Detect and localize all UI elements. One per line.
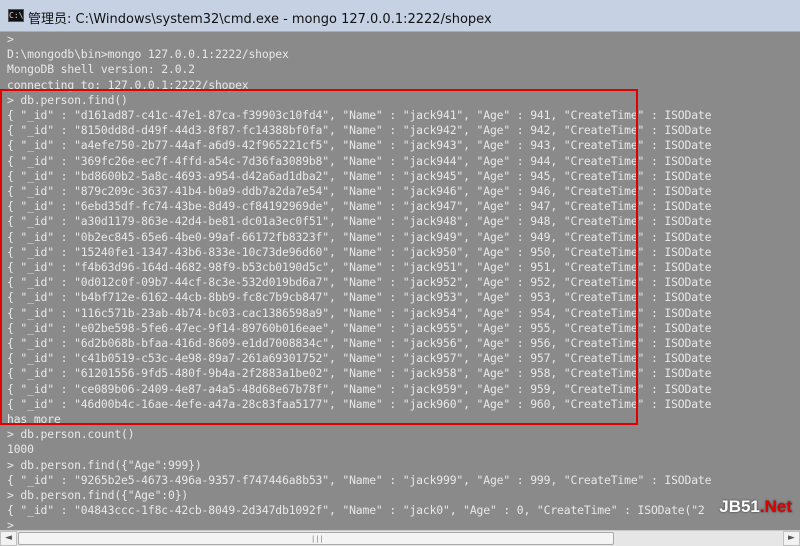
horizontal-scrollbar[interactable]: ◄ ||| ► [0,530,800,546]
chevron-right-icon: ► [788,533,795,543]
console-line: MongoDB shell version: 2.0.2 [7,62,195,77]
console-line: 1000 [7,442,34,457]
title-bar[interactable]: C:\ 管理员: C:\Windows\system32\cmd.exe - m… [0,0,800,32]
watermark-text: JB51 [719,497,760,516]
console-line: { "_id" : "9265b2e5-4673-496a-9357-f7474… [7,472,712,487]
console-line: > db.person.find({"Age":0}) [7,488,189,502]
console-line: > db.person.find({"Age":999}) [7,457,202,472]
scroll-right-button[interactable]: ► [783,531,800,546]
cmd-icon[interactable]: C:\ [8,9,24,22]
scroll-left-button[interactable]: ◄ [0,531,17,546]
console-line: > [7,518,14,530]
console-line: { "_id" : "04843ccc-1f8c-42cb-8049-2d347… [7,503,705,518]
result-highlight-box [0,89,638,425]
console-line: > db.person.count() [7,427,135,442]
console-line: D:\mongodb\bin>mongo 127.0.0.1:2222/shop… [7,47,289,62]
watermark-suffix: .Net [759,497,792,516]
chevron-left-icon: ◄ [5,533,12,543]
window-title: 管理员: C:\Windows\system32\cmd.exe - mongo… [28,12,492,27]
site-watermark: JB51.Net [719,497,792,517]
console-line: > [7,32,14,46]
scrollbar-thumb[interactable]: ||| [18,532,614,545]
grip-icon: ||| [311,535,324,543]
